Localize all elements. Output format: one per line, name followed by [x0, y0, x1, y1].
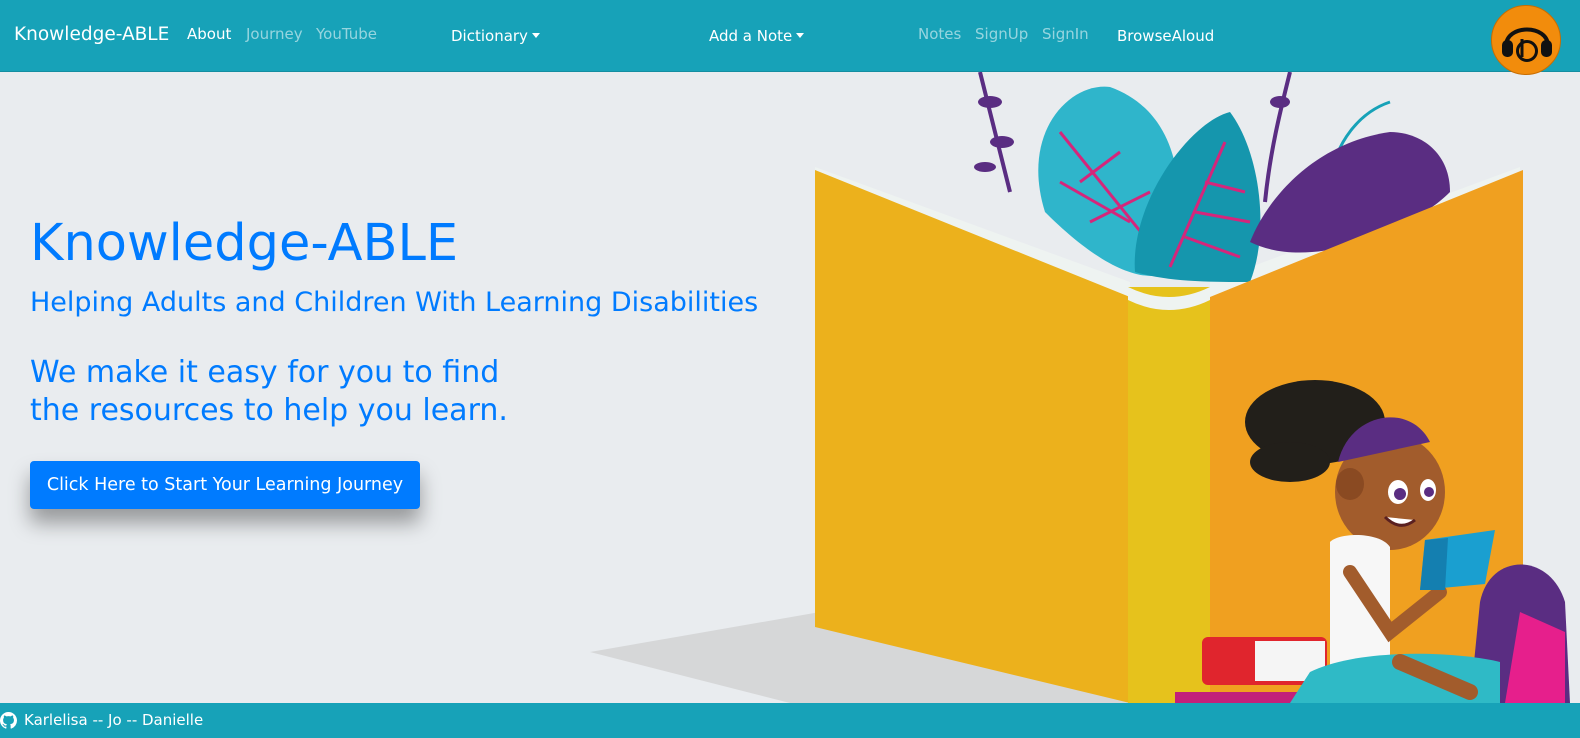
start-journey-button[interactable]: Click Here to Start Your Learning Journe… [30, 461, 420, 509]
nav-link-journey[interactable]: Journey [246, 25, 303, 43]
nav-link-browsealoud[interactable]: BrowseAloud [1117, 27, 1214, 45]
dropdown-dictionary[interactable]: Dictionary [451, 27, 540, 45]
nav-link-youtube[interactable]: YouTube [316, 25, 377, 43]
dropdown-add-note[interactable]: Add a Note [709, 27, 805, 45]
nav-link-signin[interactable]: SignIn [1042, 25, 1089, 43]
nav-link-about[interactable]: About [187, 25, 231, 43]
navbar-brand[interactable]: Knowledge-ABLE [14, 24, 169, 45]
footer-credits: Karlelisa -- Jo -- Danielle [24, 711, 204, 729]
browsealoud-headphones-icon [1502, 27, 1552, 62]
hero-tagline-line2: the resources to help you learn. [30, 393, 508, 428]
browsealoud-button[interactable] [1491, 5, 1561, 75]
dropdown-dictionary-label: Dictionary [451, 27, 528, 45]
footer: Karlelisa -- Jo -- Danielle [0, 703, 1580, 738]
chevron-down-icon [796, 33, 805, 38]
dropdown-add-note-label: Add a Note [709, 27, 793, 45]
github-icon[interactable] [0, 712, 17, 729]
nav-link-signup[interactable]: SignUp [975, 25, 1028, 43]
reading-girl-illustration [590, 72, 1570, 703]
hero-tagline-line1: We make it easy for you to find [30, 355, 500, 390]
nav-link-notes[interactable]: Notes [918, 25, 961, 43]
hero-title: Knowledge-ABLE [30, 214, 459, 273]
navbar: Knowledge-ABLE About Journey YouTube Dic… [0, 0, 1580, 75]
chevron-down-icon [531, 33, 540, 38]
